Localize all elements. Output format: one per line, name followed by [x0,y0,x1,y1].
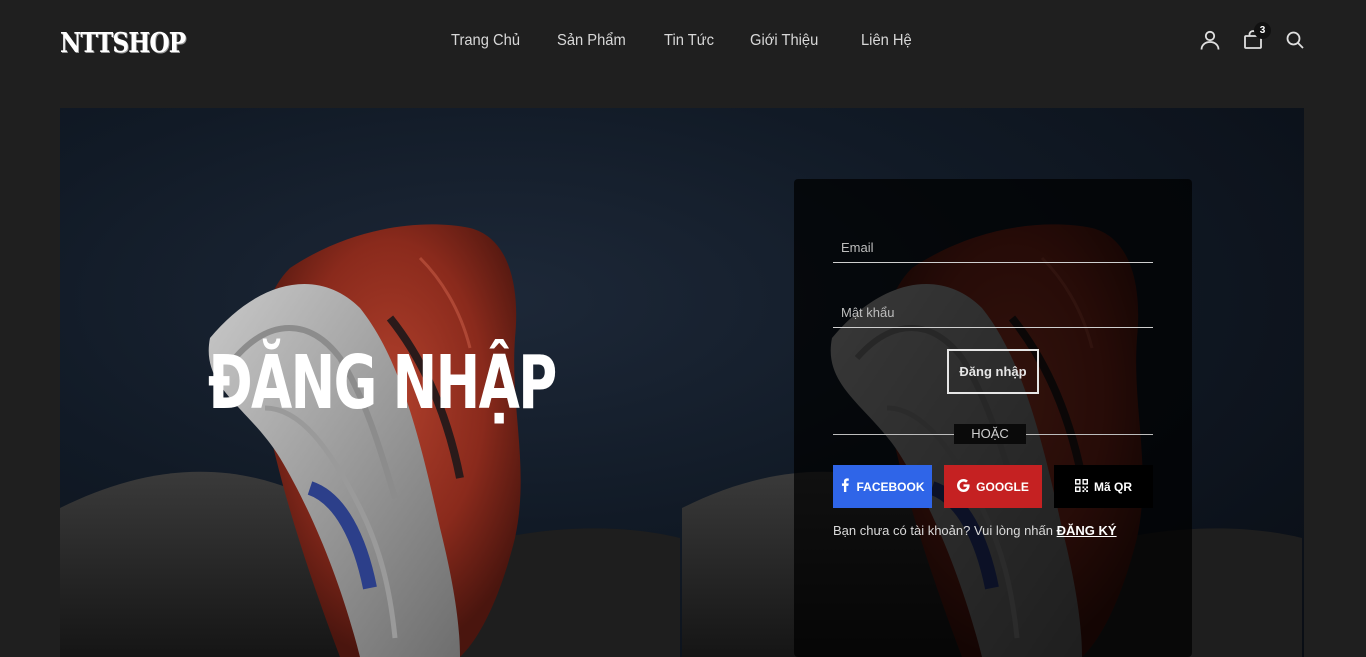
password-field-wrapper [833,292,1153,328]
facebook-login-button[interactable]: FACEBOOK [833,465,932,508]
password-input[interactable] [833,292,1153,327]
email-input[interactable] [833,227,1153,262]
search-icon[interactable] [1283,28,1307,52]
qr-login-button[interactable]: Mã QR [1054,465,1153,508]
register-prompt: Bạn chưa có tài khoản? Vui lòng nhấn ĐĂN… [833,523,1117,538]
google-label: GOOGLE [976,479,1029,494]
login-form-panel: Đăng nhập HOẶC FACEBOOK GOOGLE [794,179,1192,657]
nav-link-about[interactable]: Giới Thiệu [750,32,818,50]
user-icon[interactable] [1198,28,1222,52]
nav-link-news[interactable]: Tin Tức [664,32,714,50]
email-field-wrapper [833,227,1153,263]
page-title: ĐĂNG NHẬP [208,340,557,426]
nav-link-home[interactable]: Trang Chủ [451,32,520,50]
register-prompt-text: Bạn chưa có tài khoản? Vui lòng nhấn [833,523,1053,538]
google-icon [957,478,970,495]
facebook-label: FACEBOOK [856,479,925,494]
register-link[interactable]: ĐĂNG KÝ [1057,523,1117,538]
nav-link-contact[interactable]: Liên Hệ [861,32,912,50]
main-nav: Trang Chủ Sản Phẩm Tin Tức Giới Thiệu Li… [0,32,1366,56]
divider-label: HOẶC [954,424,1026,444]
qr-code-icon [1074,478,1088,495]
facebook-icon [840,478,850,495]
login-button[interactable]: Đăng nhập [947,349,1039,394]
cart-count-badge: 3 [1254,22,1271,39]
google-login-button[interactable]: GOOGLE [944,465,1042,508]
qr-label: Mã QR [1093,479,1132,494]
top-navigation-bar: NTTSHOP Trang Chủ Sản Phẩm Tin Tức Giới … [0,0,1366,86]
nav-link-products[interactable]: Sản Phẩm [557,32,626,50]
login-hero: ĐĂNG NHẬP Đăng nhập HOẶC FACEBOOK GOOGLE [60,108,1304,657]
